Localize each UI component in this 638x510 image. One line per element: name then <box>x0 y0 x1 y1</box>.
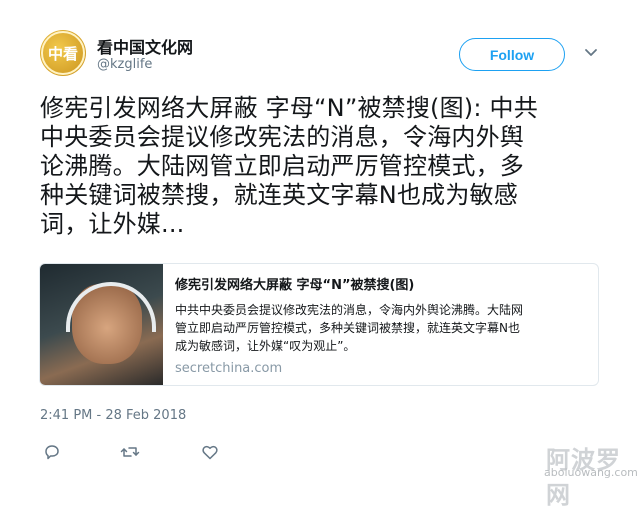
tweet-text: 修宪引发网络大屏蔽 字母“N”被禁搜(图): 中共 中央委员会提议修改宪法的消息… <box>40 94 600 239</box>
retweet-icon[interactable] <box>120 442 140 462</box>
tweet-line: 论沸腾。大陆网管立即启动严厉管控模式，多 <box>40 152 524 180</box>
card-desc-line: 中共中央委员会提议修改宪法的消息，令海内外舆论沸腾。大陆网 <box>175 303 524 317</box>
card-title: 修宪引发网络大屏蔽 字母“N”被禁搜(图) <box>175 278 415 293</box>
card-domain: secretchina.com <box>175 361 283 376</box>
chevron-down-icon[interactable] <box>583 44 599 60</box>
avatar-logo: 中看 <box>41 31 85 75</box>
follow-button[interactable]: Follow <box>459 38 565 71</box>
tweet-line: 词，让外媒... <box>40 210 185 238</box>
card-desc-line: 管立即启动严厉管控模式，多种关键词被禁搜，就连英文字幕N也 <box>175 321 520 335</box>
card-body: 修宪引发网络大屏蔽 字母“N”被禁搜(图) 中共中央委员会提议修改宪法的消息，令… <box>163 264 598 385</box>
card-thumbnail <box>40 264 163 385</box>
watermark-url: aboluowang.com <box>544 466 638 479</box>
display-name[interactable]: 看中国文化网 <box>97 34 193 58</box>
reply-icon[interactable] <box>42 442 62 462</box>
tweet-line: 种关键词被禁搜，就连英文字幕N也成为敏感 <box>40 181 518 209</box>
avatar[interactable]: 中看 <box>40 30 86 76</box>
account-handle[interactable]: @kzglife <box>97 57 152 72</box>
card-description: 中共中央委员会提议修改宪法的消息，令海内外舆论沸腾。大陆网 管立即启动严厉管控模… <box>175 301 586 355</box>
like-icon[interactable] <box>200 442 220 462</box>
link-preview-card[interactable]: 修宪引发网络大屏蔽 字母“N”被禁搜(图) 中共中央委员会提议修改宪法的消息，令… <box>39 263 599 386</box>
tweet-line: 修宪引发网络大屏蔽 字母“N”被禁搜(图): 中共 <box>40 94 538 122</box>
card-desc-line: 成为敏感词，让外媒“叹为观止”。 <box>175 339 356 353</box>
tweet-timestamp[interactable]: 2:41 PM - 28 Feb 2018 <box>40 408 186 423</box>
tweet-line: 中央委员会提议修改宪法的消息，令海内外舆 <box>40 123 524 151</box>
thumbnail-headphones <box>66 282 156 332</box>
